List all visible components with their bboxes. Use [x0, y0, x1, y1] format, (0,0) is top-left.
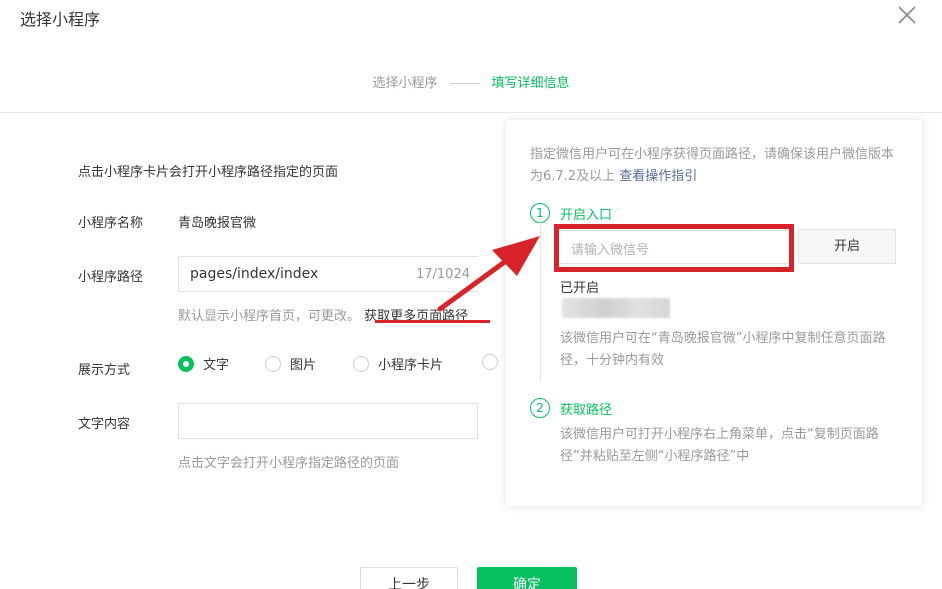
radio-icon — [265, 355, 281, 372]
radio-checked-icon — [178, 355, 194, 372]
radio-icon — [353, 355, 369, 372]
blurred-user-id — [562, 298, 670, 318]
step-2-title: 获取路径 — [560, 403, 613, 418]
text-content-input[interactable] — [178, 403, 478, 439]
radio-icon — [482, 354, 498, 370]
enable-button[interactable]: 开启 — [798, 229, 896, 264]
step-2-badge: 2 — [530, 398, 550, 418]
path-char-counter: 17/1024 — [415, 267, 470, 282]
radio-card[interactable]: 小程序卡片 — [353, 354, 443, 373]
header-divider — [0, 112, 942, 113]
enabled-label: 已开启 — [560, 281, 600, 296]
radio-text[interactable]: 文字 — [178, 354, 229, 373]
confirm-button[interactable]: 确定 — [477, 567, 577, 589]
path-hint-text: 默认显示小程序首页，可更改。 — [178, 309, 361, 324]
text-content-label: 文字内容 — [78, 417, 131, 432]
step-1-title: 开启入口 — [560, 208, 613, 223]
panel-description: 指定微信用户可在小程序获得页面路径，请确保该用户微信版本为6.7.2及以上 查看… — [530, 147, 895, 184]
path-input[interactable]: pages/index/index 17/1024 — [178, 256, 478, 292]
name-value: 青岛晚报官微 — [178, 216, 257, 231]
step-connector — [449, 83, 480, 84]
step-indicator: 选择小程序 填写详细信息 — [0, 72, 942, 91]
name-label: 小程序名称 — [78, 216, 144, 231]
wechat-id-placeholder: 请输入微信号 — [571, 243, 650, 258]
step-connector-line — [540, 222, 541, 382]
step-2-note: 该微信用户可打开小程序右上角菜单，点击“复制页面路径”并粘贴至左侧“小程序路径”… — [560, 427, 879, 464]
close-icon[interactable] — [896, 4, 918, 26]
step-1-badge: 1 — [530, 203, 550, 223]
path-label: 小程序路径 — [78, 270, 144, 285]
display-label: 展示方式 — [78, 363, 131, 378]
annotation-underline — [375, 320, 490, 323]
path-helper-panel: 指定微信用户可在小程序获得页面路径，请确保该用户微信版本为6.7.2及以上 查看… — [506, 120, 922, 506]
prev-step-button[interactable]: 上一步 — [360, 567, 458, 589]
text-content-hint: 点击文字会打开小程序指定路径的页面 — [178, 456, 400, 471]
dialog-title: 选择小程序 — [20, 10, 101, 29]
step-fill-details: 填写详细信息 — [491, 76, 570, 91]
radio-extra[interactable] — [482, 354, 507, 370]
wechat-id-input[interactable]: 请输入微信号 — [556, 230, 794, 264]
step-1-note: 该微信用户可在“青岛晚报官微”小程序中复制任意页面路径，十分钟内有效 — [560, 331, 886, 368]
radio-image[interactable]: 图片 — [265, 354, 316, 373]
form-intro: 点击小程序卡片会打开小程序路径指定的页面 — [78, 165, 339, 180]
operation-guide-link[interactable]: 查看操作指引 — [619, 169, 697, 184]
step-select-miniprogram: 选择小程序 — [372, 76, 438, 91]
path-input-value: pages/index/index — [190, 266, 319, 282]
